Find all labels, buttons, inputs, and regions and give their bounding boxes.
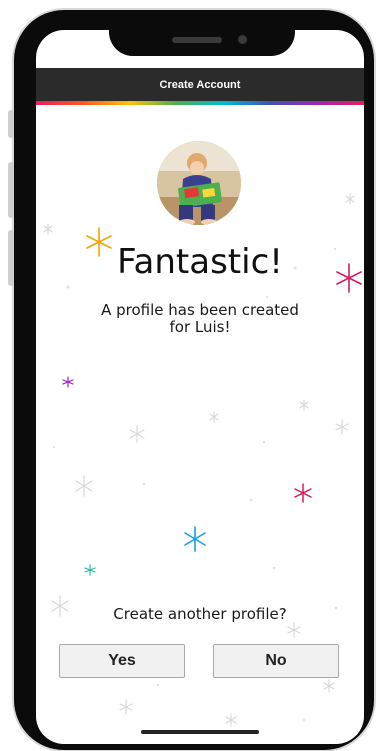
sparkle-icon [294, 483, 312, 503]
app-header: Create Account [36, 68, 364, 101]
faint-sparkle-icon [345, 193, 355, 205]
side-button-mute [8, 110, 14, 138]
no-button[interactable]: No [213, 644, 339, 678]
faint-sparkle-icon [43, 223, 53, 235]
speaker-grille [172, 37, 222, 43]
header-title: Create Account [159, 78, 241, 91]
create-another-prompt: Create another profile? [113, 605, 287, 623]
home-indicator[interactable] [141, 730, 259, 734]
yes-button[interactable]: Yes [59, 644, 185, 678]
sparkle-decorations [43, 193, 362, 727]
side-button-volume-down [8, 230, 14, 286]
faint-sparkle-icon [335, 419, 349, 435]
faint-sparkle-icon [119, 699, 133, 715]
faint-sparkle-icon [75, 475, 93, 497]
side-button-volume-up [8, 162, 14, 218]
faint-sparkle-icon [129, 425, 145, 443]
sparkle-icon [62, 376, 74, 388]
sparkle-icon [184, 526, 206, 552]
faint-sparkle-icon [225, 713, 237, 727]
confirmation-message-line: A profile has been created [101, 301, 299, 319]
app-screen: Create Account Fantastic! A profile has … [36, 30, 364, 744]
confirmation-message-line: for Luis! [169, 318, 231, 336]
faint-sparkle-icon [323, 679, 335, 693]
page-title: Fantastic! [117, 242, 283, 282]
faint-sparkle-icon [299, 399, 309, 411]
faint-sparkle-icon [287, 622, 301, 638]
front-camera [238, 35, 247, 44]
faint-sparkle-icon [209, 411, 219, 423]
child-photo [157, 141, 241, 225]
header-rainbow-stripe [36, 101, 364, 105]
profile-avatar [157, 141, 241, 225]
phone-notch [109, 10, 295, 56]
sparkle-icon [84, 564, 96, 576]
confirmation-message: A profile has been created for Luis! [80, 302, 320, 336]
